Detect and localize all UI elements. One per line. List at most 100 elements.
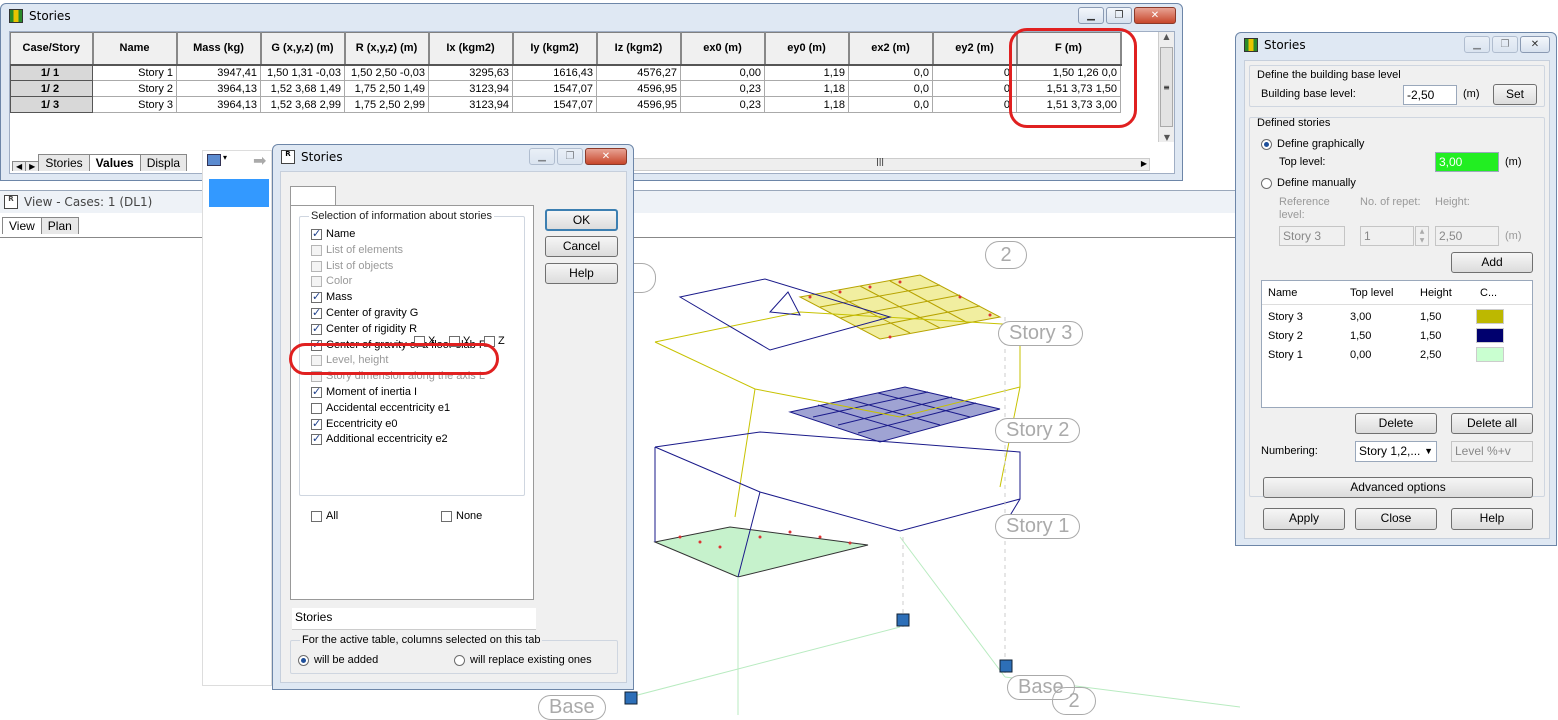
define-graphically-radio[interactable]	[1261, 139, 1272, 150]
column-header[interactable]: Mass (kg)	[176, 32, 262, 66]
option-checkbox[interactable]	[311, 290, 322, 304]
column-header[interactable]: ex0 (m)	[680, 32, 766, 66]
table-cell[interactable]: 1,18	[764, 96, 849, 113]
option-checkbox[interactable]	[311, 322, 322, 335]
column-header[interactable]: Case/Story	[10, 32, 94, 66]
set-button[interactable]: Set	[1493, 84, 1537, 105]
option-checkbox[interactable]	[311, 227, 322, 240]
table-cell[interactable]: 3295,63	[428, 64, 513, 81]
column-header[interactable]: R (x,y,z) (m)	[344, 32, 430, 66]
help-button[interactable]: Help	[1451, 508, 1533, 530]
page-tab[interactable]	[290, 186, 336, 206]
table-cell[interactable]: 0,	[932, 96, 1017, 113]
tab-stories[interactable]: Stories	[38, 154, 90, 171]
picture-icon[interactable]	[207, 154, 221, 166]
none-checkbox[interactable]	[441, 511, 452, 522]
table-cell[interactable]: 3123,94	[428, 96, 513, 113]
table-cell[interactable]: 1,75 2,50 1,49	[344, 80, 429, 97]
column-header[interactable]: ey2 (m)	[932, 32, 1018, 66]
story-color-swatch[interactable]	[1476, 328, 1504, 343]
table-cell[interactable]: 4596,95	[596, 96, 681, 113]
table-cell[interactable]: 3947,41	[176, 64, 261, 81]
tab-view[interactable]: View	[2, 217, 42, 234]
column-header[interactable]: G (x,y,z) (m)	[260, 32, 346, 66]
table-cell[interactable]: 1,50 1,31 -0,03	[260, 64, 345, 81]
table-cell[interactable]: 1,75 2,50 2,99	[344, 96, 429, 113]
help-button[interactable]: Help	[545, 263, 618, 284]
row-header[interactable]: 1/ 1	[10, 64, 93, 81]
table-cell[interactable]: 1,52 3,68 2,99	[260, 96, 345, 113]
list-item[interactable]: Story 2 1,50 1,50	[1262, 328, 1532, 346]
base-level-input[interactable]: -2,50	[1403, 85, 1457, 105]
option-checkbox[interactable]	[311, 306, 322, 319]
option-checkbox[interactable]	[311, 260, 322, 272]
maximize-button[interactable]: ❐	[1492, 36, 1518, 53]
table-cell[interactable]: 0,	[932, 64, 1017, 81]
vertical-scrollbar[interactable]: ▲ ≡ ▼	[1158, 32, 1174, 142]
tab-scroll-left[interactable]: ◀	[12, 161, 27, 171]
minimize-button[interactable]: ▁	[529, 148, 555, 165]
list-col-color[interactable]: C...	[1480, 287, 1497, 299]
table-cell[interactable]: 0,00	[680, 64, 765, 81]
radio-will-be-added[interactable]	[298, 655, 309, 666]
top-level-input[interactable]: 3,00	[1435, 152, 1499, 172]
table-cell[interactable]: Story 2	[92, 80, 177, 97]
table-cell[interactable]: 0,0	[848, 64, 933, 81]
cancel-button[interactable]: Cancel	[545, 236, 618, 257]
close-button[interactable]: ✕	[1134, 7, 1176, 24]
table-cell[interactable]: 1,52 3,68 1,49	[260, 80, 345, 97]
tab-plan[interactable]: Plan	[40, 217, 79, 234]
option-checkbox[interactable]	[311, 417, 322, 430]
table-cell[interactable]: 1,19	[764, 64, 849, 81]
no-repet-input[interactable]: 1	[1360, 226, 1414, 246]
advanced-options-button[interactable]: Advanced options	[1263, 477, 1533, 498]
tab-values[interactable]: Values	[88, 154, 141, 171]
table-cell[interactable]: 3123,94	[428, 80, 513, 97]
list-col-name[interactable]: Name	[1268, 287, 1297, 299]
close-dialog-button[interactable]: Close	[1355, 508, 1437, 530]
define-manually-radio[interactable]	[1261, 178, 1272, 189]
minimize-button[interactable]: ▁	[1464, 36, 1490, 53]
tab-name-field[interactable]: Stories	[292, 608, 536, 630]
column-header[interactable]: Ix (kgm2)	[428, 32, 514, 66]
maximize-button[interactable]: ❐	[557, 148, 583, 165]
column-header[interactable]: Iy (kgm2)	[512, 32, 598, 66]
option-checkbox[interactable]	[311, 385, 322, 398]
add-button[interactable]: Add	[1451, 252, 1533, 273]
all-checkbox[interactable]	[311, 511, 322, 522]
column-header[interactable]: Name	[92, 32, 178, 66]
stories-table[interactable]: Case/Story Name Mass (kg) G (x,y,z) (m) R (x…	[10, 32, 1122, 113]
table-cell[interactable]: 4576,27	[596, 64, 681, 81]
table-cell[interactable]: Story 1	[92, 64, 177, 81]
column-header[interactable]: Iz (kgm2)	[596, 32, 682, 66]
table-cell[interactable]: 1547,07	[512, 96, 597, 113]
selected-color-swatch[interactable]	[209, 179, 269, 207]
table-cell[interactable]: 0,	[932, 80, 1017, 97]
option-checkbox[interactable]	[311, 432, 322, 446]
table-row[interactable]: 1/ 2 Story 2 3964,13 1,52 3,68 1,49 1,75 2,5…	[10, 80, 1121, 97]
list-item[interactable]: Story 1 0,00 2,50	[1262, 347, 1532, 365]
close-button[interactable]: ✕	[585, 148, 627, 165]
stories-list[interactable]: Name Top level Height C... Story 3 3,00 1,…	[1261, 280, 1533, 408]
tab-displacements[interactable]: Displa	[139, 154, 188, 171]
apply-button[interactable]: Apply	[1263, 508, 1345, 530]
table-cell[interactable]: 0,23	[680, 96, 765, 113]
table-cell[interactable]: 0,0	[848, 80, 933, 97]
table-cell[interactable]: 0,23	[680, 80, 765, 97]
ok-button[interactable]: OK	[545, 209, 618, 231]
numbering-select[interactable]: Story 1,2,... ▼	[1355, 441, 1437, 462]
row-header[interactable]: 1/ 2	[10, 80, 93, 97]
radio-will-replace[interactable]	[454, 655, 465, 666]
table-row[interactable]: 1/ 3 Story 3 3964,13 1,52 3,68 2,99 1,75 2,5…	[10, 96, 1121, 113]
column-header[interactable]: ex2 (m)	[848, 32, 934, 66]
list-item[interactable]: Story 3 3,00 1,50	[1262, 309, 1532, 327]
no-repet-spinner[interactable]: ▲ ▼	[1415, 226, 1429, 246]
delete-all-button[interactable]: Delete all	[1451, 413, 1533, 434]
list-col-height[interactable]: Height	[1420, 287, 1452, 299]
table-cell[interactable]: Story 3	[92, 96, 177, 113]
option-checkbox[interactable]	[311, 402, 322, 414]
tab-scroll-right[interactable]: ▶	[25, 161, 40, 171]
table-cell[interactable]: 1547,07	[512, 80, 597, 97]
row-header[interactable]: 1/ 3	[10, 96, 93, 113]
table-cell[interactable]: 0,0	[848, 96, 933, 113]
